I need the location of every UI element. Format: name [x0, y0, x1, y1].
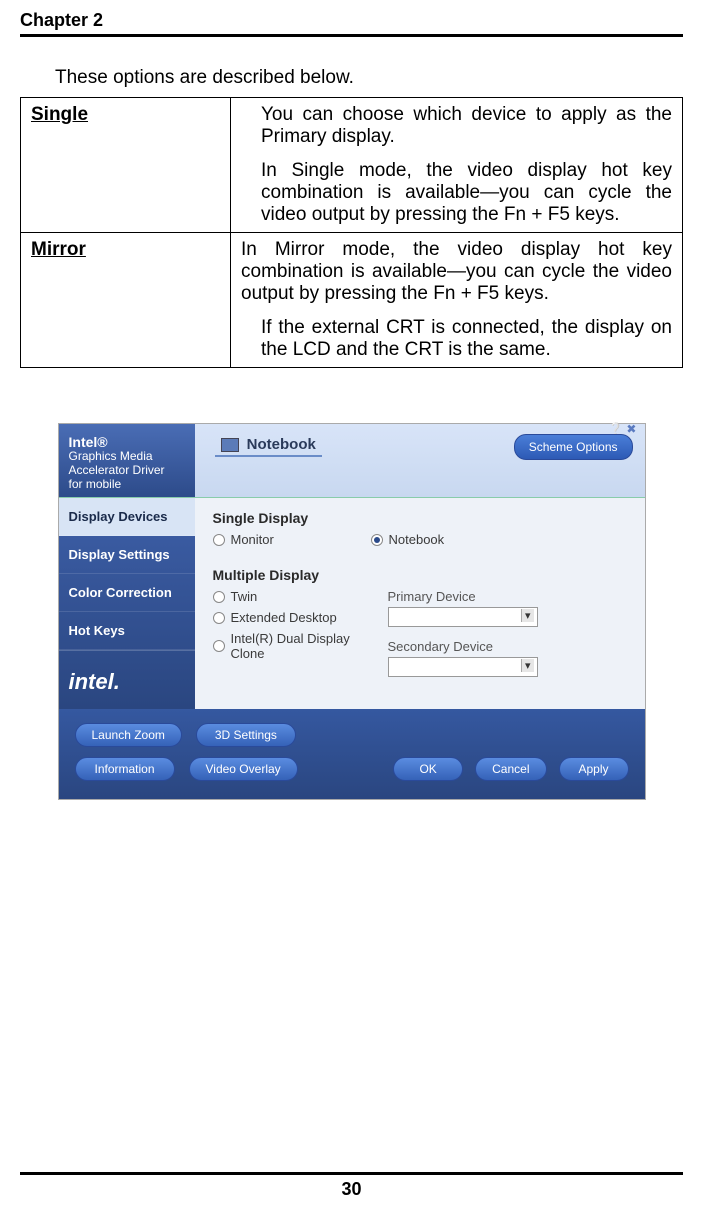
sidebar-item-hot-keys[interactable]: Hot Keys [59, 612, 195, 650]
radio-twin-label: Twin [231, 589, 368, 604]
dialog-body: Display Devices Display Settings Color C… [59, 498, 645, 709]
dialog-content: Single Display Monitor Notebook Multiple… [195, 498, 645, 709]
radio-extended[interactable] [213, 612, 225, 624]
single-display-title: Single Display [213, 510, 629, 526]
radio-monitor-label: Monitor [231, 532, 371, 547]
para: If the external CRT is connected, the di… [261, 317, 672, 361]
intel-logo-text: intel. [59, 650, 195, 709]
table-row: Mirror In Mirror mode, the video display… [21, 233, 683, 368]
dialog-header-right: ❔ ✖ Notebook Scheme Options [195, 424, 645, 497]
intro-text: These options are described below. [55, 67, 683, 89]
multiple-display-title: Multiple Display [213, 567, 629, 583]
chapter-header: Chapter 2 [20, 10, 683, 37]
dialog-header: Intel® Graphics Media Accelerator Driver… [59, 424, 645, 498]
ok-button[interactable]: OK [393, 757, 463, 781]
radio-notebook-label: Notebook [389, 532, 529, 547]
notebook-tab-label: Notebook [247, 436, 316, 453]
radio-notebook[interactable] [371, 534, 383, 546]
footer-left-buttons: Launch Zoom 3D Settings Information Vide… [75, 723, 298, 781]
radio-row: Intel(R) Dual Display Clone [213, 631, 368, 661]
video-overlay-button[interactable]: Video Overlay [189, 757, 298, 781]
sidebar: Display Devices Display Settings Color C… [59, 498, 195, 709]
para: You can choose which device to apply as … [261, 104, 672, 148]
dialog-logo: Intel® Graphics Media Accelerator Driver… [59, 424, 195, 497]
secondary-device-dropdown[interactable] [388, 657, 538, 677]
3d-settings-button[interactable]: 3D Settings [196, 723, 296, 747]
page-number: 30 [20, 1172, 683, 1200]
logo-line: Accelerator Driver [69, 464, 185, 478]
option-desc-single: You can choose which device to apply as … [231, 98, 683, 233]
sidebar-item-display-settings[interactable]: Display Settings [59, 536, 195, 574]
radio-clone[interactable] [213, 640, 225, 652]
radio-clone-label: Intel(R) Dual Display Clone [231, 631, 368, 661]
logo-line: Intel® [69, 434, 185, 450]
radio-twin[interactable] [213, 591, 225, 603]
radio-monitor[interactable] [213, 534, 225, 546]
radio-row: Twin [213, 589, 368, 604]
secondary-device-label: Secondary Device [388, 639, 538, 654]
notebook-icon [221, 438, 239, 452]
option-desc-mirror: In Mirror mode, the video display hot ke… [231, 233, 683, 368]
intel-graphics-dialog: Intel® Graphics Media Accelerator Driver… [58, 423, 646, 800]
cancel-button[interactable]: Cancel [475, 757, 546, 781]
options-table: Single You can choose which device to ap… [20, 97, 683, 368]
sidebar-item-display-devices[interactable]: Display Devices [59, 498, 195, 536]
primary-device-dropdown[interactable] [388, 607, 538, 627]
logo-line: for mobile [69, 478, 185, 492]
footer-right-buttons: OK Cancel Apply [393, 757, 628, 781]
para: In Single mode, the video display hot ke… [261, 160, 672, 226]
logo-line: Graphics Media [69, 450, 185, 464]
information-button[interactable]: Information [75, 757, 175, 781]
para: In Mirror mode, the video display hot ke… [241, 239, 672, 305]
single-display-row: Monitor Notebook [213, 532, 629, 547]
radio-extended-label: Extended Desktop [231, 610, 368, 625]
apply-button[interactable]: Apply [559, 757, 629, 781]
notebook-tab[interactable]: Notebook [215, 434, 322, 457]
table-row: Single You can choose which device to ap… [21, 98, 683, 233]
launch-zoom-button[interactable]: Launch Zoom [75, 723, 182, 747]
sidebar-item-color-correction[interactable]: Color Correction [59, 574, 195, 612]
scheme-options-button[interactable]: Scheme Options [514, 434, 633, 460]
option-name-single: Single [21, 98, 231, 233]
primary-device-label: Primary Device [388, 589, 538, 604]
radio-row: Extended Desktop [213, 610, 368, 625]
option-name-mirror: Mirror [21, 233, 231, 368]
dialog-footer: Launch Zoom 3D Settings Information Vide… [59, 709, 645, 799]
